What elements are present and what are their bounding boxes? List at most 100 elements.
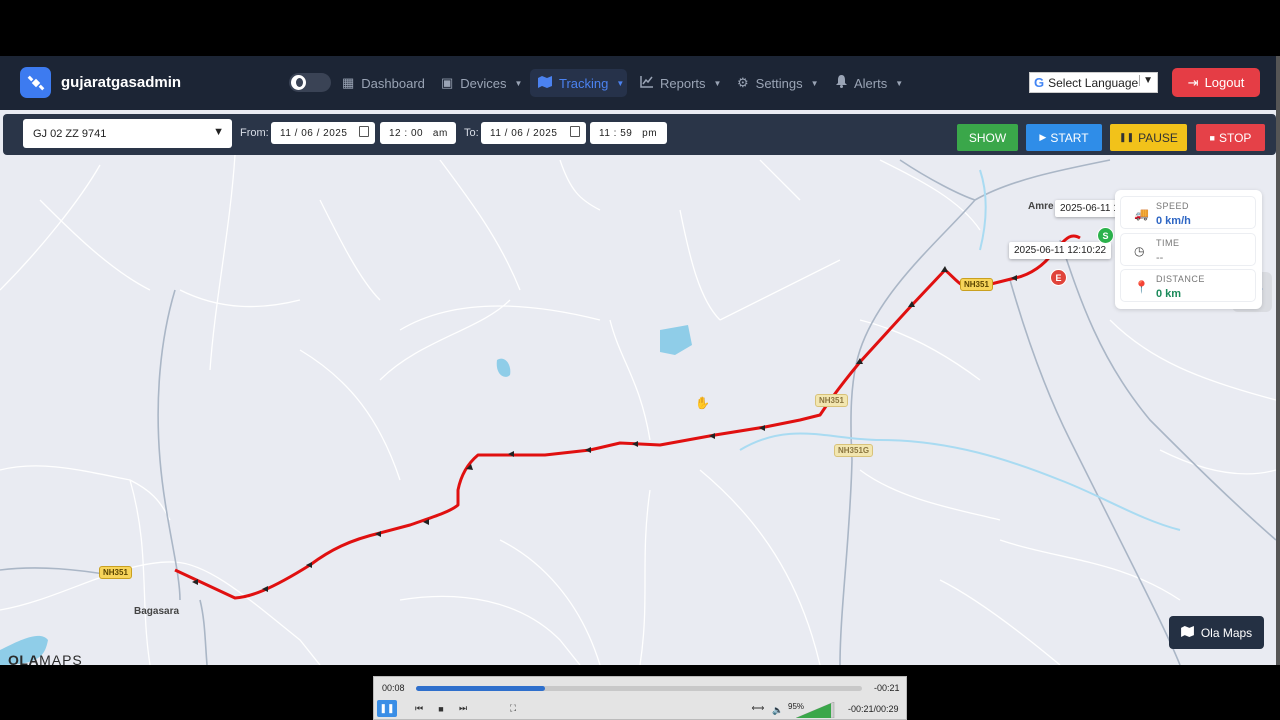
ola-maps-button[interactable]: Ola Maps <box>1169 616 1264 649</box>
from-time-input[interactable]: 12 : 00 am <box>380 122 456 144</box>
nav-reports-label: Reports <box>660 75 706 91</box>
volume-slider[interactable] <box>796 702 836 718</box>
hand-cursor-icon: ✋ <box>695 396 710 410</box>
map-icon <box>538 75 552 91</box>
caret-down-icon: ▼ <box>514 78 523 88</box>
time-value: -- <box>1156 252 1164 264</box>
route-line <box>174 234 1081 600</box>
ola-maps-logo: OLAMAPS <box>8 652 83 668</box>
to-date-input[interactable]: 11 / 06 / 2025 <box>481 122 586 144</box>
distance-label: DISTANCE <box>1156 274 1205 284</box>
loop-icon[interactable]: ⟷ <box>749 701 767 716</box>
moon-icon <box>291 75 306 90</box>
pause-icon[interactable]: ❚❚ <box>377 700 397 717</box>
skip-back-icon[interactable]: ⏮ <box>410 701 428 716</box>
trip-info-panel: 🚚 SPEED 0 km/h ◷ TIME -- 📍 DISTANCE 0 km <box>1115 190 1262 309</box>
badge-nh351-top: NH351 <box>960 278 993 291</box>
start-marker[interactable]: S <box>1097 227 1114 244</box>
start-button[interactable]: ▶ START <box>1026 124 1102 151</box>
chart-icon <box>640 75 653 91</box>
pin-icon: 📍 <box>1134 280 1149 294</box>
caret-down-icon: ▼ <box>213 126 224 138</box>
speed-label: SPEED <box>1156 201 1190 211</box>
to-date-value: 11 / 06 / 2025 <box>490 127 558 139</box>
seek-bar[interactable] <box>416 686 862 691</box>
stop-icon[interactable]: ■ <box>432 701 450 716</box>
stop-button[interactable]: ■ STOP <box>1196 124 1265 151</box>
stop-icon: ■ <box>1209 132 1215 143</box>
brand[interactable]: gujaratgasadmin <box>20 67 181 98</box>
map-icon <box>1180 625 1194 640</box>
end-marker[interactable]: E <box>1050 269 1067 286</box>
nav-tracking[interactable]: Tracking ▼ <box>530 69 627 97</box>
badge-nh351-mid: NH351 <box>815 394 848 407</box>
caret-down-icon: ▼ <box>616 78 625 88</box>
elapsed-time: 00:08 <box>382 683 405 693</box>
distance-value: 0 km <box>1156 288 1182 300</box>
skip-forward-icon[interactable]: ⏭ <box>454 701 472 716</box>
calendar-icon[interactable] <box>570 126 580 137</box>
stop-button-label: STOP <box>1218 130 1252 145</box>
pause-button-label: PAUSE <box>1138 130 1178 145</box>
language-label: Select Language <box>1048 75 1139 90</box>
from-date-value: 11 / 06 / 2025 <box>280 127 348 139</box>
clock-icon: ◷ <box>1134 244 1145 258</box>
nav-dashboard[interactable]: ▦ Dashboard <box>334 69 433 97</box>
city-bagasara: Bagasara <box>134 606 180 617</box>
map-canvas[interactable]: NH351 NH351 NH351G NH351 Bagasara Amre 2… <box>0 110 1276 665</box>
theme-toggle[interactable] <box>289 73 331 92</box>
bell-icon <box>836 75 847 91</box>
brand-name: gujaratgasadmin <box>61 74 182 91</box>
caret-down-icon: ▼ <box>895 78 904 88</box>
speed-row: 🚚 SPEED 0 km/h <box>1120 196 1256 229</box>
pause-button[interactable]: ❚❚ PAUSE <box>1110 124 1187 151</box>
caret-down-icon: ▼ <box>713 78 722 88</box>
remaining-time: -00:21 <box>874 683 900 693</box>
gear-icon: ⚙ <box>737 75 749 90</box>
show-button[interactable]: SHOW <box>957 124 1018 151</box>
nav-reports[interactable]: Reports ▼ <box>632 69 729 97</box>
chip-icon: ▣ <box>441 75 454 90</box>
nav-devices[interactable]: ▣ Devices ▼ <box>433 69 530 97</box>
time-row: ◷ TIME -- <box>1120 233 1256 266</box>
fullscreen-icon[interactable]: ⛶ <box>504 701 522 716</box>
nav-alerts-label: Alerts <box>854 75 888 91</box>
nav-tracking-label: Tracking <box>559 75 609 91</box>
badge-nh351-left: NH351 <box>99 566 132 579</box>
truck-icon: 🚚 <box>1134 207 1149 221</box>
to-time-value: 11 : 59 pm <box>599 127 658 139</box>
time-label: TIME <box>1156 238 1180 248</box>
nav-devices-label: Devices <box>460 75 507 91</box>
nav-settings[interactable]: ⚙ Settings ▼ <box>729 69 827 97</box>
seek-fill <box>416 686 546 691</box>
nav-dashboard-label: Dashboard <box>361 75 425 91</box>
from-date-input[interactable]: 11 / 06 / 2025 <box>271 122 375 144</box>
map-tooltip-start: 2025-06-11 1 <box>1055 200 1124 217</box>
logout-label: Logout <box>1204 75 1245 90</box>
language-select[interactable]: G Select Language ▼ <box>1029 72 1158 93</box>
distance-row: 📍 DISTANCE 0 km <box>1120 269 1256 302</box>
nav-settings-label: Settings <box>755 75 803 91</box>
play-icon: ▶ <box>1039 132 1047 142</box>
caret-down-icon: ▼ <box>1139 75 1153 86</box>
from-time-value: 12 : 00 am <box>389 127 448 139</box>
from-label: From: <box>240 127 269 139</box>
logout-icon: ⇥ <box>1187 74 1199 90</box>
ola-maps-button-label: Ola Maps <box>1200 625 1253 640</box>
speed-value: 0 km/h <box>1156 215 1191 227</box>
volume-icon[interactable]: 🔈 <box>769 703 787 718</box>
satellite-icon <box>20 67 51 98</box>
badge-nh351g: NH351G <box>834 444 874 457</box>
page-scrollbar[interactable] <box>1276 56 1280 665</box>
logout-button[interactable]: ⇥ Logout <box>1172 68 1260 97</box>
time-total: -00:21/00:29 <box>848 704 899 714</box>
city-amreli: Amre <box>1028 201 1054 212</box>
top-black-bar <box>0 0 1280 56</box>
nav-alerts[interactable]: Alerts ▼ <box>828 69 911 97</box>
to-time-input[interactable]: 11 : 59 pm <box>590 122 667 144</box>
map-tooltip-end: 2025-06-11 12:10:22 <box>1009 242 1112 259</box>
start-button-label: START <box>1050 130 1089 145</box>
calendar-icon[interactable] <box>359 126 369 137</box>
vehicle-select[interactable]: GJ 02 ZZ 9741 ▼ <box>23 119 232 148</box>
playback-controls: GJ 02 ZZ 9741 ▼ From: 11 / 06 / 2025 12 … <box>3 114 1276 155</box>
